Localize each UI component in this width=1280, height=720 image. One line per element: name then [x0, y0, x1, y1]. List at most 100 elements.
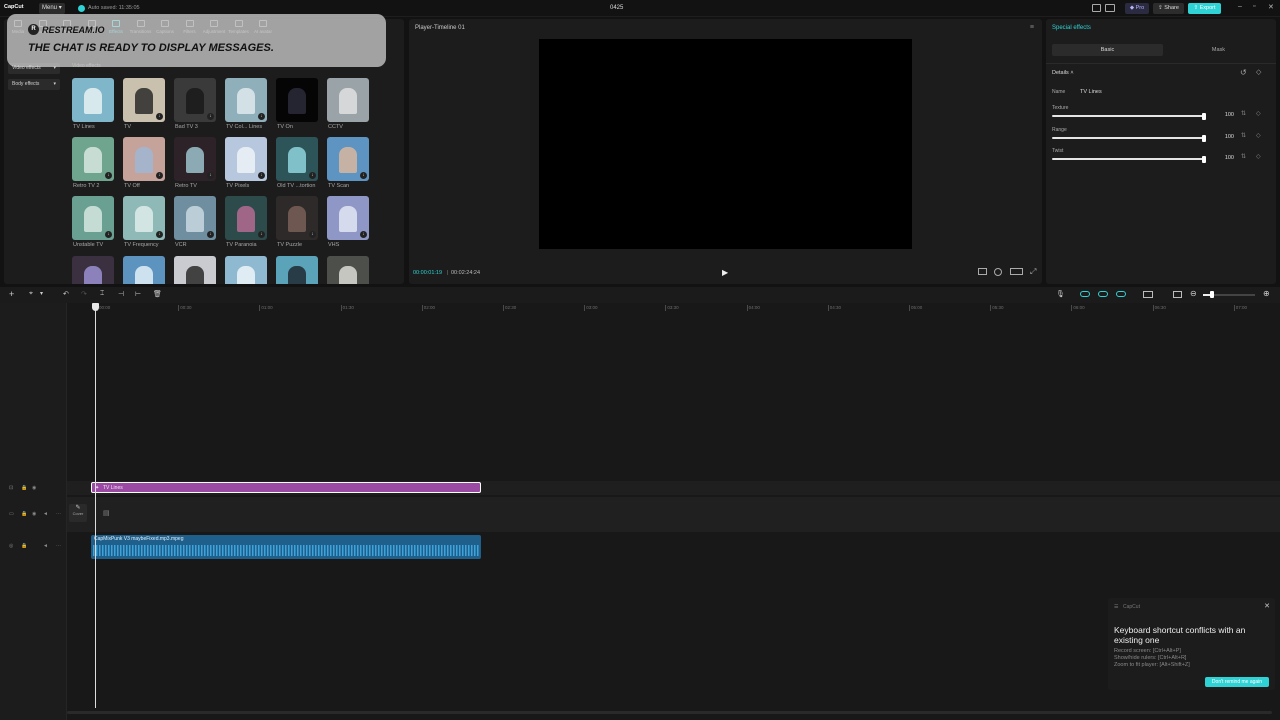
download-icon[interactable]: ↓ — [207, 172, 214, 179]
snap-icon[interactable] — [1116, 291, 1126, 297]
keyframe-icon[interactable]: ◇ — [1256, 132, 1261, 139]
effect-thumbnail[interactable]: ↓ — [327, 196, 369, 240]
zoom-out-icon[interactable]: ⊖ — [1190, 289, 1197, 298]
stepper-icon[interactable]: ⇅ — [1241, 153, 1246, 160]
param-slider-knob[interactable] — [1202, 156, 1206, 163]
effect-thumbnail[interactable]: ↓ — [225, 137, 267, 181]
effect-thumbnail[interactable] — [276, 78, 318, 122]
lock-icon[interactable]: 🔒 — [21, 543, 27, 549]
effect-thumbnail[interactable] — [72, 78, 114, 122]
param-slider[interactable] — [1052, 158, 1204, 160]
effect-thumbnail[interactable]: ↓ — [327, 137, 369, 181]
microphone-icon[interactable]: 🎙 — [1056, 290, 1065, 298]
magnet-icon[interactable] — [1098, 291, 1108, 297]
download-icon[interactable]: ↓ — [309, 172, 316, 179]
zoom-slider-knob[interactable] — [1210, 291, 1214, 298]
effect-thumbnail[interactable] — [174, 256, 216, 284]
fit-icon[interactable] — [994, 268, 1002, 276]
cover-button[interactable]: ✎ Cover — [69, 504, 87, 522]
effect-thumbnail[interactable]: ↓ — [174, 137, 216, 181]
close-icon[interactable]: ✕ — [1268, 3, 1274, 11]
maximize-icon[interactable]: ▫ — [1253, 3, 1255, 10]
video-preview[interactable] — [539, 39, 912, 249]
minimize-icon[interactable]: – — [1238, 3, 1242, 10]
download-icon[interactable]: ↓ — [258, 172, 265, 179]
effect-thumbnail[interactable] — [276, 256, 318, 284]
preview-axis-icon[interactable] — [1143, 291, 1153, 298]
download-icon[interactable]: ↓ — [105, 231, 112, 238]
download-icon[interactable]: ↓ — [156, 113, 163, 120]
param-slider[interactable] — [1052, 115, 1204, 117]
download-icon[interactable]: ↓ — [105, 172, 112, 179]
effect-thumbnail[interactable] — [327, 78, 369, 122]
close-icon[interactable]: ✕ — [1264, 602, 1270, 610]
effect-thumbnail[interactable] — [327, 256, 369, 284]
undo-icon[interactable]: ↶ — [63, 290, 69, 298]
ratio-icon[interactable] — [1010, 268, 1023, 275]
download-icon[interactable]: ↓ — [309, 231, 316, 238]
chevron-down-icon[interactable]: ▾ — [40, 290, 43, 297]
dont-remind-button[interactable]: Don't remind me again — [1205, 677, 1269, 687]
link-icon[interactable] — [1080, 291, 1090, 297]
effect-thumbnail[interactable]: ↓ — [174, 78, 216, 122]
effect-thumbnail[interactable]: ↓ — [225, 196, 267, 240]
effect-thumbnail[interactable]: ↓ — [72, 137, 114, 181]
stepper-icon[interactable]: ⇅ — [1241, 132, 1246, 139]
tab-basic[interactable]: Basic — [1052, 44, 1163, 56]
playhead[interactable] — [95, 304, 96, 708]
layout-icon[interactable] — [1092, 4, 1101, 12]
effect-thumbnail[interactable]: ↓ — [174, 196, 216, 240]
lock-icon[interactable]: 🔒 — [21, 511, 27, 517]
lock-icon[interactable]: 🔒 — [21, 485, 27, 491]
shortcut-icon[interactable] — [1105, 4, 1115, 12]
share-button[interactable]: ⇪ Share — [1153, 3, 1184, 14]
effect-thumbnail[interactable]: ↓ — [123, 78, 165, 122]
keyframe-icon[interactable]: ◇ — [1256, 110, 1261, 117]
redo-icon[interactable]: ↷ — [81, 290, 87, 298]
reset-icon[interactable]: ↺ — [1240, 68, 1247, 77]
zoom-in-icon[interactable]: ⊕ — [1263, 289, 1270, 298]
effect-thumbnail[interactable]: ↓ — [225, 78, 267, 122]
download-icon[interactable]: ↓ — [258, 231, 265, 238]
download-icon[interactable]: ↓ — [360, 231, 367, 238]
download-icon[interactable]: ↓ — [156, 172, 163, 179]
export-button[interactable]: ⇧ Export — [1188, 3, 1221, 14]
param-value-input[interactable]: 100 — [1212, 133, 1234, 142]
play-icon[interactable]: ▶ — [722, 268, 728, 277]
effect-thumbnail[interactable]: ↓ — [123, 137, 165, 181]
effect-clip[interactable]: ✦ TV Lines — [91, 482, 481, 493]
effect-thumbnail[interactable]: ↓ — [276, 137, 318, 181]
pro-button[interactable]: ◆ Pro — [1125, 3, 1149, 14]
mute-icon[interactable]: ◄ — [43, 511, 48, 517]
more-icon[interactable]: ⋯ — [56, 511, 61, 517]
effect-thumbnail[interactable]: ↓ — [123, 196, 165, 240]
timeline-scrollbar[interactable] — [67, 711, 1272, 714]
audio-clip[interactable]: CapMixPunk V3 maybeFixed.mp3.mpeg — [91, 535, 481, 559]
trim-right-icon[interactable]: ⊢ — [135, 290, 141, 298]
eye-icon[interactable]: ◉ — [32, 511, 36, 517]
param-slider-knob[interactable] — [1202, 113, 1206, 120]
zoom-icon[interactable] — [978, 268, 987, 275]
split-icon[interactable]: ⌶ — [100, 290, 104, 298]
effect-thumbnail[interactable] — [72, 256, 114, 284]
time-ruler[interactable]: 00:00 00:30 01:00 01:30 02:00 02:30 03:00 03:30… — [67, 303, 1280, 315]
mute-icon[interactable]: ◄ — [43, 543, 48, 549]
player-menu-icon[interactable]: ≡ — [1030, 24, 1034, 31]
keyframe-icon[interactable]: ◇ — [1256, 68, 1261, 76]
effect-thumbnail[interactable] — [225, 256, 267, 284]
trim-left-icon[interactable]: ⊣ — [118, 290, 124, 298]
download-icon[interactable]: ↓ — [156, 231, 163, 238]
param-value-input[interactable]: 100 — [1212, 111, 1234, 120]
param-slider[interactable] — [1052, 136, 1204, 139]
add-icon[interactable]: + — [9, 289, 14, 299]
download-icon[interactable]: ↓ — [207, 231, 214, 238]
more-icon[interactable]: ⋯ — [56, 543, 61, 549]
delete-icon[interactable]: 🗑 — [153, 290, 162, 298]
tab-mask[interactable]: Mask — [1163, 44, 1274, 56]
effect-thumbnail[interactable] — [123, 256, 165, 284]
eye-icon[interactable]: ◉ — [32, 485, 36, 491]
param-slider-knob[interactable] — [1202, 134, 1206, 142]
keyframe-icon[interactable]: ◇ — [1256, 153, 1261, 160]
effect-thumbnail[interactable]: ↓ — [72, 196, 114, 240]
stepper-icon[interactable]: ⇅ — [1241, 110, 1246, 117]
